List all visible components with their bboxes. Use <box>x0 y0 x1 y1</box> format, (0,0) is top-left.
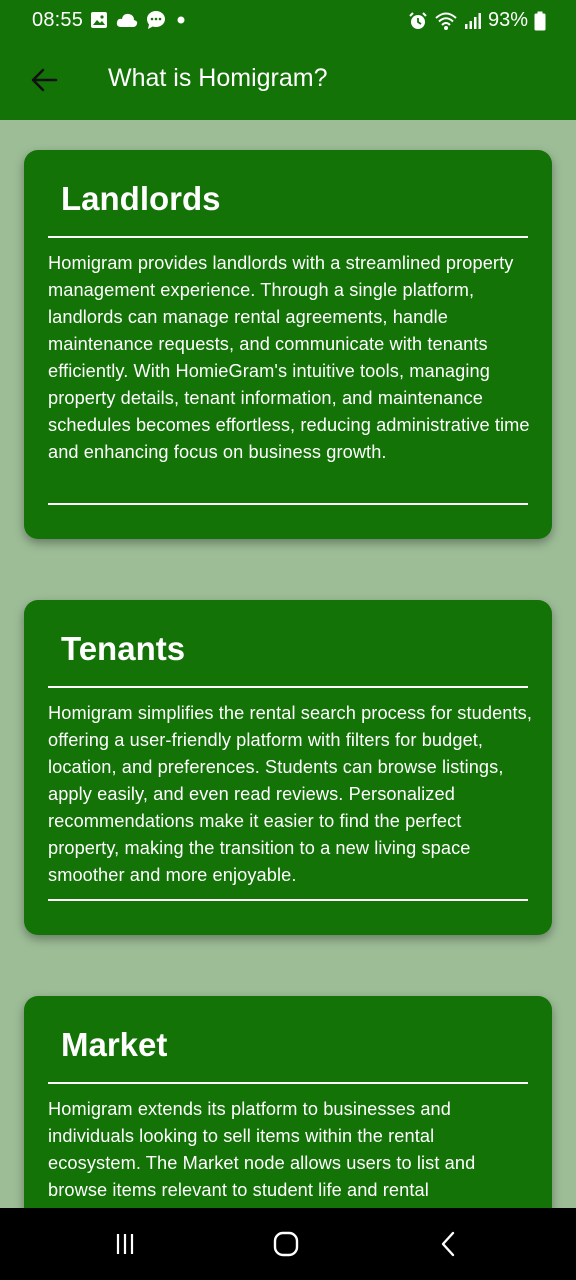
card-description: Homigram extends its platform to busines… <box>48 1099 476 1200</box>
card-title: Landlords <box>61 180 221 217</box>
page-title: What is Homigram? <box>108 64 328 92</box>
back-nav-button[interactable] <box>428 1226 468 1262</box>
arrow-left-icon <box>31 68 58 92</box>
card-title: Market <box>61 1026 168 1063</box>
status-time: 08:55 <box>32 9 84 31</box>
dot-icon <box>177 16 185 24</box>
divider <box>48 503 528 505</box>
divider <box>48 1082 528 1084</box>
signal-icon <box>464 12 481 29</box>
battery-percentage: 93% <box>487 9 528 31</box>
cloud-icon <box>116 13 138 27</box>
gallery-icon <box>91 12 107 28</box>
divider <box>48 236 528 238</box>
home-icon <box>273 1231 299 1257</box>
notification-icons <box>90 10 188 30</box>
card-description: Homigram simplifies the rental search pr… <box>48 703 533 885</box>
content-scroll[interactable]: Landlords Homigram provides landlords wi… <box>0 120 576 1208</box>
card-landlords: Landlords Homigram provides landlords wi… <box>24 150 552 539</box>
system-status: 93% <box>408 9 546 32</box>
alarm-icon <box>409 11 427 29</box>
system-nav-bar <box>0 1208 576 1280</box>
chevron-left-icon <box>441 1231 455 1257</box>
chat-icon <box>147 11 165 29</box>
wifi-icon <box>435 12 457 30</box>
battery-icon <box>534 11 546 30</box>
divider <box>48 899 528 901</box>
divider <box>48 686 528 688</box>
card-market: Market Homigram extends its platform to … <box>24 996 552 1208</box>
card-tenants: Tenants Homigram simplifies the rental s… <box>24 600 552 935</box>
back-button[interactable] <box>24 60 64 100</box>
home-button[interactable] <box>266 1226 306 1262</box>
recents-icon <box>116 1234 134 1254</box>
card-description: Homigram provides landlords with a strea… <box>48 253 530 462</box>
recents-button[interactable] <box>105 1226 145 1262</box>
card-title: Tenants <box>61 630 186 667</box>
app-bar: What is Homigram? <box>0 42 576 120</box>
status-bar: 08:55 93% <box>0 0 576 42</box>
